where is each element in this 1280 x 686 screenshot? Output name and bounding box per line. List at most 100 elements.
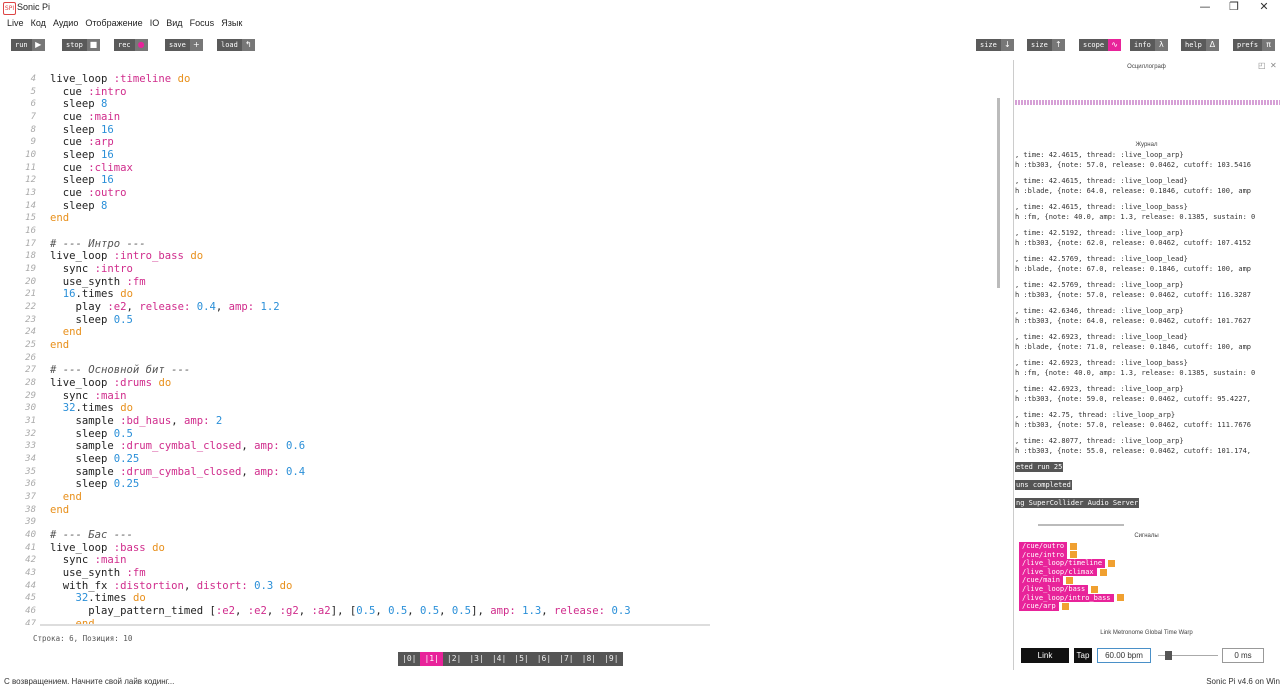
buffer-tabs: |0| |1| |2| |3| |4| |5| |6| |7| |8| |9| (398, 652, 623, 666)
log-entry: , time: 42.6923, thread: :live_loop_bass… (1015, 359, 1256, 377)
menu-code[interactable]: Код (31, 18, 46, 28)
line-number: 28 (25, 378, 36, 389)
prefs-button[interactable]: prefs π (1233, 39, 1276, 51)
tap-button[interactable]: Tap (1074, 648, 1092, 663)
link-title: Link Metronome Global Time Warp (1100, 630, 1193, 636)
code-text: cue :climax (50, 161, 133, 174)
code-text: use_synth :fm (50, 567, 146, 580)
size-down-button[interactable]: size ↓ (976, 39, 1014, 51)
maximize-button[interactable]: ❐ (1219, 0, 1249, 14)
line-number: 12 (25, 175, 36, 186)
code-text: sync :main (50, 389, 127, 402)
cue-name: /cue/intro (1019, 550, 1068, 560)
line-number: 7 (30, 112, 36, 122)
line-number: 14 (25, 200, 36, 211)
buffer-tab-7[interactable]: |7| (555, 652, 577, 666)
log-message-badge: uns completed (1015, 480, 1072, 490)
scope-label: scope (1079, 39, 1109, 51)
stop-button[interactable]: stop ■ (62, 39, 100, 51)
code-text: # --- Основной бит --- (50, 364, 191, 377)
cue-indicator (1091, 585, 1099, 593)
log-entry: , time: 42.5192, thread: :live_loop_arp}… (1015, 229, 1252, 247)
line-number: 9 (30, 137, 36, 148)
log-entry: , time: 42.4615, thread: :live_loop_bass… (1015, 203, 1256, 221)
editor-horizontal-scrollbar[interactable] (40, 624, 710, 626)
line-number: 31 (25, 416, 36, 427)
log-entry: , time: 42.4615, thread: :live_loop_arp}… (1015, 151, 1252, 169)
editor-vertical-scrollbar[interactable] (997, 98, 1000, 288)
menu-language[interactable]: Язык (221, 18, 242, 28)
scope-button[interactable]: scope ∿ (1079, 39, 1122, 51)
line-number: 37 (25, 492, 36, 503)
log-panel[interactable]: , time: 42.4615, thread: :live_loop_arp}… (1015, 150, 1280, 520)
info-label: info (1130, 39, 1155, 51)
bpm-field[interactable]: 60.00 bpm (1097, 648, 1151, 663)
menu-focus[interactable]: Focus (190, 18, 215, 28)
menu-view[interactable]: Вид (166, 18, 182, 28)
cue-item: /live_loop/timeline (1019, 559, 1124, 568)
cue-name: /cue/arp (1019, 602, 1059, 611)
code-text: # --- Интро --- (50, 237, 146, 250)
time-warp-field[interactable]: 0 ms (1222, 648, 1264, 663)
menu-io[interactable]: IO (150, 18, 160, 28)
buffer-tab-0[interactable]: |0| (398, 652, 420, 666)
code-text: sync :main (50, 554, 127, 567)
code-editor[interactable]: 4 live_loop :timeline do 5 cue :intro 6 sle… (0, 70, 1000, 625)
save-button[interactable]: save + (165, 39, 203, 51)
cue-name: /cue/main (1019, 576, 1063, 585)
time-warp-slider[interactable] (1165, 651, 1172, 660)
cue-item: /live_loop/climax (1019, 567, 1124, 577)
line-number: 38 (25, 504, 36, 515)
menu-audio[interactable]: Аудио (53, 18, 78, 28)
code-text: sleep 0.25 (50, 453, 140, 466)
code-text: sleep 8 (50, 98, 108, 111)
rec-button[interactable]: rec ● (114, 39, 148, 51)
buffer-tab-1[interactable]: |1| (420, 652, 443, 666)
size-label: size (1027, 39, 1052, 51)
log-entry: , time: 42.6346, thread: :live_loop_arp}… (1015, 307, 1252, 325)
buffer-tab-5[interactable]: |5| (510, 652, 532, 666)
log-entry: , time: 42.75, thread: :live_loop_arp} h… (1015, 411, 1252, 429)
code-text: play :e2, release: 0.4, amp: 1.2 (50, 301, 280, 314)
buffer-tab-8[interactable]: |8| (578, 652, 600, 666)
buffer-tab-6[interactable]: |6| (533, 652, 555, 666)
cursor-position: Строка: 6, Позиция: 10 (33, 634, 133, 643)
buffer-tab-4[interactable]: |4| (488, 652, 510, 666)
cue-item: /live_loop/intro_bass (1019, 593, 1124, 603)
toolbar: run ▶ stop ■ rec ● save + load ↰ size ↓ … (0, 36, 1280, 54)
help-button[interactable]: help Δ (1181, 39, 1219, 51)
load-button[interactable]: load ↰ (217, 39, 255, 51)
code-text: end (62, 491, 82, 504)
cue-name: /live_loop/intro_bass (1019, 593, 1114, 603)
buffer-tab-9[interactable]: |9| (600, 652, 622, 666)
size-up-button[interactable]: size ↑ (1027, 39, 1065, 51)
code-text: 32.times do (75, 592, 146, 605)
buffer-tab-2[interactable]: |2| (443, 652, 465, 666)
buffer-tab-3[interactable]: |3| (465, 652, 487, 666)
line-number: 5 (30, 86, 36, 97)
line-number: 25 (25, 340, 36, 351)
info-button[interactable]: info λ (1130, 39, 1168, 51)
code-text: sync :intro (50, 263, 133, 276)
plus-icon: + (189, 39, 203, 51)
cue-indicator (1099, 568, 1107, 576)
delta-icon: Δ (1205, 39, 1219, 51)
panel-close-icon[interactable]: ✕ (1270, 61, 1277, 70)
code-text: sample :drum_cymbal_closed, amp: 0.6 (50, 440, 306, 453)
line-number: 17 (25, 238, 36, 249)
code-text: end (50, 503, 70, 516)
log-entry: , time: 42.8077, thread: :live_loop_arp}… (1015, 437, 1252, 455)
minimize-button[interactable]: — (1190, 0, 1220, 14)
log-scrollbar[interactable] (1038, 524, 1124, 526)
menu-display[interactable]: Отображение (85, 18, 142, 28)
code-text: sample :drum_cymbal_closed, amp: 0.4 (50, 465, 306, 478)
menu-live[interactable]: Live (7, 18, 24, 28)
run-button[interactable]: run ▶ (11, 39, 45, 51)
undock-icon[interactable]: ◰ (1258, 61, 1266, 70)
line-number: 27 (25, 365, 36, 376)
line-number: 26 (25, 352, 36, 363)
link-button[interactable]: Link (1021, 648, 1069, 663)
close-button[interactable]: ✕ (1249, 0, 1279, 14)
line-number: 29 (25, 390, 36, 401)
load-label: load (217, 39, 242, 51)
